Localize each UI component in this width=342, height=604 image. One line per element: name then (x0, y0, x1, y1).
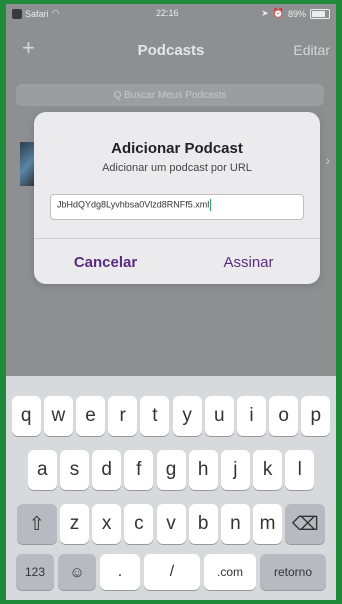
emoji-key-icon[interactable]: ☺ (58, 554, 96, 590)
wifi-icon: ◠ (51, 8, 60, 18)
key-v[interactable]: v (156, 504, 186, 544)
add-podcast-alert: Adicionar Podcast Adicionar um podcast p… (34, 112, 320, 284)
key-h[interactable]: h (188, 450, 218, 490)
key-x[interactable]: x (92, 504, 122, 544)
alert-subtitle: Adicionar um podcast por URL (102, 162, 252, 174)
key-d[interactable]: d (92, 450, 122, 490)
return-key[interactable]: retorno (260, 554, 326, 590)
key-g[interactable]: g (156, 450, 186, 490)
key-p[interactable]: p (301, 396, 331, 436)
key-z[interactable]: z (59, 504, 89, 544)
alert-title: Adicionar Podcast (111, 140, 243, 157)
navigation-bar: + Podcasts Editar (6, 26, 336, 70)
battery-percent: 89% (287, 8, 306, 19)
keyboard-row-4: 123 ☺ . / .com retorno (6, 554, 336, 590)
alarm-icon: ⏰ (272, 8, 284, 18)
key-s[interactable]: s (59, 450, 89, 490)
search-placeholder: Q Buscar Meus Podcasts (113, 89, 227, 101)
key-u[interactable]: u (204, 396, 234, 436)
key-o[interactable]: o (269, 396, 299, 436)
key-y[interactable]: y (172, 396, 202, 436)
key-w[interactable]: w (43, 396, 73, 436)
key-j[interactable]: j (220, 450, 250, 490)
search-bar[interactable]: Q Buscar Meus Podcasts (16, 84, 324, 106)
status-right: ➤ ⏰ 89% (261, 8, 330, 19)
keyboard: q w e r t y u i o p a s d f g h j k l ⇧ … (6, 376, 336, 600)
key-b[interactable]: b (188, 504, 218, 544)
numbers-key[interactable]: 123 (16, 554, 54, 590)
key-m[interactable]: m (253, 504, 283, 544)
carrier-label[interactable]: Safari (25, 9, 49, 19)
backspace-key-icon[interactable]: ⌫ (285, 504, 326, 544)
key-n[interactable]: n (220, 504, 250, 544)
key-e[interactable]: e (76, 396, 106, 436)
key-c[interactable]: c (124, 504, 154, 544)
keyboard-row-2: a s d f g h j k l (6, 450, 336, 490)
alert-buttons: Cancelar Assinar (34, 238, 320, 285)
key-r[interactable]: r (108, 396, 138, 436)
phone-screen: Safari ◠ 22:16 ➤ ⏰ 89% + Podcasts Editar… (6, 4, 336, 600)
battery-icon (310, 8, 330, 19)
chevron-right-icon[interactable]: › (325, 152, 330, 168)
status-time: 22:16 (156, 8, 179, 18)
key-i[interactable]: i (236, 396, 266, 436)
page-title: Podcasts (137, 42, 205, 59)
edit-button[interactable]: Editar (293, 42, 330, 58)
keyboard-row-1: q w e r t y u i o p (6, 396, 336, 436)
shift-key-icon[interactable]: ⇧ (16, 504, 57, 544)
key-t[interactable]: t (140, 396, 170, 436)
key-a[interactable]: a (27, 450, 57, 490)
text-caret (210, 199, 212, 211)
back-badge-icon[interactable] (12, 8, 22, 19)
location-icon: ➤ (261, 8, 269, 18)
key-k[interactable]: k (253, 450, 283, 490)
key-f[interactable]: f (124, 450, 154, 490)
status-bar: Safari ◠ 22:16 ➤ ⏰ 89% (6, 4, 336, 22)
keyboard-row-3: ⇧ z x c v b n m ⌫ (6, 504, 336, 544)
podcast-url-field[interactable]: JbHdQYdg8Lyvhbsa0Vlzd8RNFf5.xml (50, 194, 304, 220)
dotcom-key[interactable]: .com (204, 554, 256, 590)
slash-key[interactable]: / (144, 554, 200, 590)
podcast-url-value: JbHdQYdg8Lyvhbsa0Vlzd8RNFf5.xml (57, 199, 210, 210)
key-q[interactable]: q (11, 396, 41, 436)
subscribe-button[interactable]: Assinar (177, 239, 320, 285)
cancel-button[interactable]: Cancelar (34, 239, 177, 285)
status-left: Safari ◠ (12, 8, 59, 19)
key-l[interactable]: l (285, 450, 315, 490)
dot-key[interactable]: . (100, 554, 140, 590)
